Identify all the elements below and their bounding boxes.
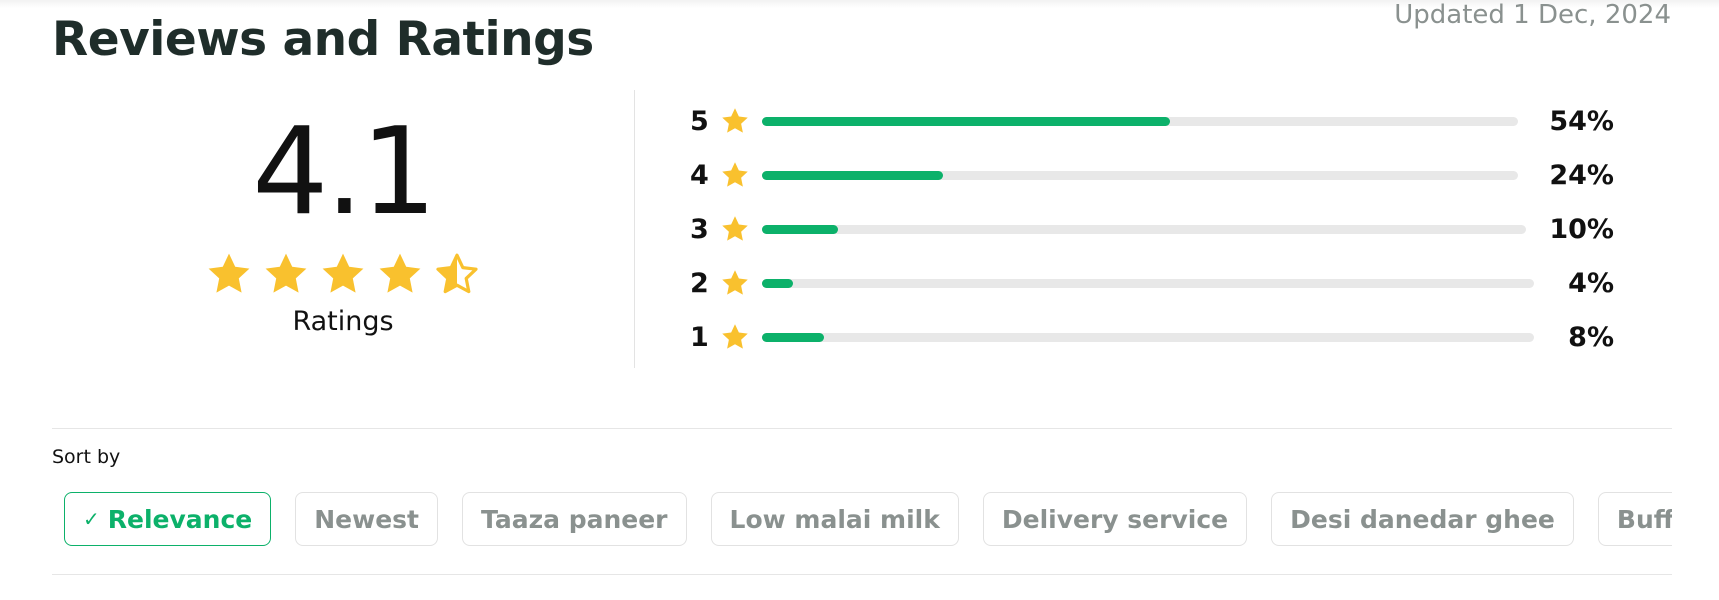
star-count-label: 5 — [690, 105, 709, 137]
star-full-icon — [208, 253, 250, 293]
star-half-icon — [436, 253, 478, 294]
star-count-label: 3 — [690, 213, 709, 245]
sort-chip-label: Delivery service — [1001, 504, 1229, 534]
star-icon — [722, 270, 748, 295]
section-divider — [52, 428, 1672, 429]
breakdown-row-5: 5 54% — [690, 94, 1614, 148]
progress-track — [762, 116, 1518, 126]
sort-chip-low-malai-milk[interactable]: Low malai milk — [710, 492, 959, 546]
star-icon — [722, 216, 748, 241]
sort-chip-label: Taaza paneer — [481, 504, 668, 534]
progress-track — [762, 224, 1526, 234]
progress-track — [762, 332, 1534, 342]
star-full-icon — [322, 253, 364, 293]
check-icon: ✓ — [83, 507, 100, 531]
star-icon — [722, 324, 748, 349]
percent-label: 24% — [1549, 159, 1614, 191]
ratings-label: Ratings — [292, 306, 394, 337]
sort-chip-label: Low malai milk — [729, 504, 940, 534]
rating-breakdown: 5 54% 4 24% 3 10% 2 4% 1 8% — [690, 94, 1614, 364]
progress-fill — [762, 332, 824, 342]
star-full-icon — [379, 253, 421, 293]
sort-chip-label: Relevance — [107, 504, 253, 534]
progress-track — [762, 278, 1534, 288]
sort-chip-list: ✓ Relevance Newest Taaza paneer Low mala… — [64, 492, 1672, 548]
average-stars — [200, 250, 486, 298]
sort-chip-buffalo-milk[interactable]: Buffalo milk — [1597, 492, 1672, 546]
percent-label: 54% — [1549, 105, 1614, 137]
percent-label: 10% — [1549, 213, 1614, 245]
sort-chip-label: Newest — [314, 504, 420, 534]
sort-chip-label: Desi danedar ghee — [1290, 504, 1555, 534]
sort-chip-desi-danedar-ghee[interactable]: Desi danedar ghee — [1271, 492, 1574, 546]
progress-track — [762, 170, 1518, 180]
star-full-icon — [265, 253, 307, 293]
star-count-label: 2 — [690, 267, 709, 299]
breakdown-row-2: 2 4% — [690, 256, 1614, 310]
star-icon — [722, 108, 748, 133]
percent-label: 4% — [1568, 267, 1614, 299]
average-rating: 4.1 — [252, 103, 437, 242]
star-icon — [722, 162, 748, 187]
breakdown-row-3: 3 10% — [690, 202, 1614, 256]
progress-fill — [762, 116, 1171, 126]
sort-chip-newest[interactable]: Newest — [295, 492, 439, 546]
star-count-label: 1 — [690, 321, 709, 353]
progress-fill — [762, 278, 793, 288]
sort-by-label: Sort by — [52, 446, 121, 468]
percent-label: 8% — [1568, 321, 1614, 353]
sort-chip-relevance[interactable]: ✓ Relevance — [64, 492, 272, 546]
progress-fill — [762, 170, 944, 180]
progress-fill — [762, 224, 839, 234]
updated-date: Updated 1 Dec, 2024 — [1394, 0, 1671, 30]
bottom-divider — [52, 574, 1672, 575]
breakdown-row-4: 4 24% — [690, 148, 1614, 202]
rating-summary: 4.1 Ratings — [200, 108, 486, 337]
page-title: Reviews and Ratings — [52, 12, 594, 67]
sort-chip-delivery-service[interactable]: Delivery service — [982, 492, 1248, 546]
sort-chip-label: Buffalo milk — [1616, 504, 1672, 534]
vertical-divider — [634, 90, 635, 368]
star-count-label: 4 — [690, 159, 709, 191]
breakdown-row-1: 1 8% — [690, 310, 1614, 364]
sort-chip-taaza-paneer[interactable]: Taaza paneer — [462, 492, 687, 546]
